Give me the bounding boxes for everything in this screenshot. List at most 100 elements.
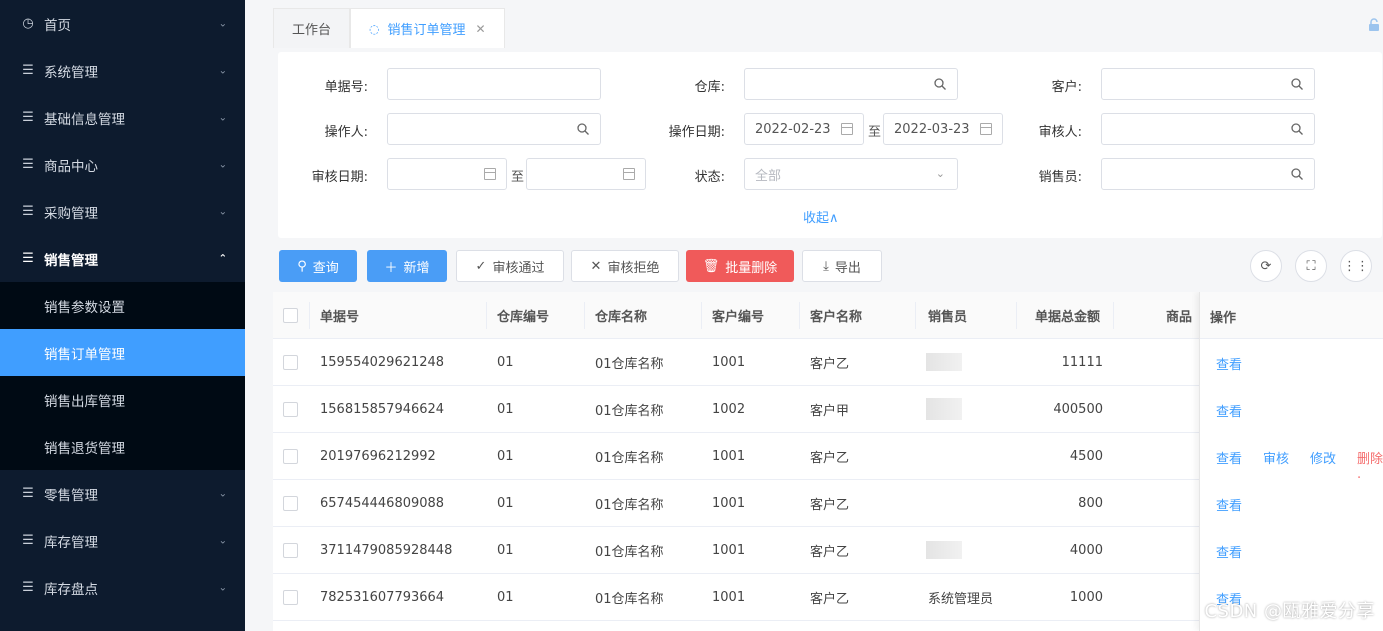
menu-icon: ☰ — [22, 486, 34, 501]
row-checkbox[interactable] — [283, 355, 298, 370]
audit-date-start-input[interactable] — [387, 158, 507, 190]
export-button[interactable]: ⤓ 导出 — [802, 250, 882, 282]
auditor-label: 审核人: — [1038, 125, 1082, 140]
column-settings-button[interactable]: ⋮⋮ — [1340, 250, 1372, 282]
audit-date-end-input[interactable] — [526, 158, 646, 190]
cell-cust-code: 1001 — [712, 543, 746, 558]
status-select-value: 全部 — [755, 168, 782, 184]
sidebar-subitem-sales-params[interactable]: 销售参数设置 — [0, 282, 245, 329]
cell-cust-code: 1001 — [712, 496, 746, 511]
sidebar-item-retail[interactable]: ☰ 零售管理 ⌄ — [0, 470, 245, 517]
cell-wh-name: 01仓库名称 — [595, 545, 664, 560]
cell-doc-no: 782531607793664 — [320, 590, 445, 605]
refresh-button[interactable]: ⟳ — [1250, 250, 1282, 282]
col-wh-name[interactable]: 仓库名称 — [595, 292, 647, 339]
col-operations: 操作 — [1210, 311, 1237, 326]
sidebar-item-stocktake[interactable]: ☰ 库存盘点 ⌄ — [0, 564, 245, 611]
cell-wh-code: 01 — [497, 590, 514, 605]
col-wh-code[interactable]: 仓库编号 — [497, 292, 549, 339]
dashboard-icon: ◷ — [22, 16, 34, 31]
sidebar-item-sales[interactable]: ☰ 销售管理 ⌃ — [0, 235, 245, 282]
col-cust-code[interactable]: 客户编号 — [712, 292, 764, 339]
cell-wh-code: 01 — [497, 402, 514, 417]
row-checkbox[interactable] — [283, 590, 298, 605]
sidebar-item-inventory[interactable]: ☰ 库存管理 ⌄ — [0, 517, 245, 564]
button-label: 批量删除 — [725, 260, 778, 276]
view-link[interactable]: 查看 — [1216, 495, 1242, 514]
cell-doc-no: 3711479085928448 — [320, 543, 453, 558]
customer-input[interactable] — [1101, 68, 1315, 100]
op-date-end-input[interactable]: 2022-03-23 — [883, 113, 1003, 145]
close-icon[interactable]: ✕ — [476, 22, 486, 36]
view-link[interactable]: 查看 — [1216, 354, 1242, 373]
approve-button[interactable]: ✓ 审核通过 — [456, 250, 564, 282]
col-salesman[interactable]: 销售员 — [928, 292, 967, 339]
tab-workbench[interactable]: 工作台 — [273, 8, 351, 48]
cell-total: 4000 — [1069, 543, 1103, 558]
doc-no-input[interactable] — [387, 68, 601, 100]
calendar-icon — [980, 123, 992, 135]
reject-button[interactable]: ✕ 审核拒绝 — [571, 250, 679, 282]
edit-link[interactable]: 修改 — [1310, 448, 1336, 467]
sidebar-subitem-sales-returns[interactable]: 销售退货管理 — [0, 423, 245, 470]
col-doc-no[interactable]: 单据号 — [320, 292, 359, 339]
chevron-down-icon: ⌄ — [218, 112, 227, 123]
cell-cust-code: 1002 — [712, 402, 746, 417]
tab-label: 销售订单管理 — [387, 23, 466, 38]
op-date-start-input[interactable]: 2022-02-23 — [744, 113, 864, 145]
tab-bar: 工作台 ◌ 销售订单管理 ✕ — [273, 8, 505, 48]
select-all-checkbox[interactable] — [283, 308, 298, 323]
view-link[interactable]: 查看 — [1216, 448, 1242, 467]
row-checkbox[interactable] — [283, 496, 298, 511]
column-divider — [309, 302, 310, 329]
search-icon: ⚲ — [297, 258, 307, 274]
calendar-icon — [623, 168, 635, 180]
view-link[interactable]: 查看 — [1216, 542, 1242, 561]
search-icon — [934, 78, 946, 90]
view-link[interactable]: 查看 — [1216, 401, 1242, 420]
sidebar-item-purchase[interactable]: ☰ 采购管理 ⌄ — [0, 188, 245, 235]
collapse-filter-link[interactable]: 收起∧ — [803, 207, 839, 226]
salesman-input[interactable] — [1101, 158, 1315, 190]
auditor-input[interactable] — [1101, 113, 1315, 145]
cell-doc-no: 159554029621248 — [320, 355, 445, 370]
col-goods[interactable]: 商品 — [1166, 292, 1192, 339]
col-total[interactable]: 单据总金额 — [1035, 292, 1100, 339]
operations-column: 操作 查看 查看 查看 审核 修改 删除 . 查看 查看 查看 — [1199, 292, 1383, 631]
cell-wh-name: 01仓库名称 — [595, 592, 664, 607]
row-checkbox[interactable] — [283, 449, 298, 464]
delete-link[interactable]: 删除 . — [1357, 448, 1383, 482]
sidebar-subitem-sales-outbound[interactable]: 销售出库管理 — [0, 376, 245, 423]
sidebar-item-home[interactable]: ◷ 首页 ⌄ — [0, 0, 245, 47]
search-icon — [1291, 123, 1303, 135]
query-button[interactable]: ⚲ 查询 — [279, 250, 357, 282]
sidebar-subitem-sales-orders[interactable]: 销售订单管理 — [0, 329, 245, 376]
cell-doc-no: 156815857946624 — [320, 402, 445, 417]
warehouse-input[interactable] — [744, 68, 958, 100]
row-checkbox[interactable] — [283, 543, 298, 558]
operator-input[interactable] — [387, 113, 601, 145]
search-icon — [1291, 168, 1303, 180]
operator-label: 操作人: — [324, 125, 368, 140]
sidebar-item-label: 采购管理 — [44, 205, 98, 222]
lock-icon[interactable] — [1367, 18, 1381, 32]
sidebar-item-goods[interactable]: ☰ 商品中心 ⌄ — [0, 141, 245, 188]
col-cust-name[interactable]: 客户名称 — [810, 292, 862, 339]
cell-doc-no: 20197696212992 — [320, 449, 436, 464]
sidebar-item-label: 库存管理 — [44, 534, 98, 551]
sidebar-item-system[interactable]: ☰ 系统管理 ⌄ — [0, 47, 245, 94]
button-label: 导出 — [834, 260, 861, 276]
menu-icon: ☰ — [22, 157, 34, 172]
status-select[interactable]: 全部 ⌄ — [744, 158, 958, 190]
cell-cust-name: 客户乙 — [810, 357, 850, 372]
cell-wh-name: 01仓库名称 — [595, 357, 664, 372]
cell-cust-code: 1001 — [712, 449, 746, 464]
row-checkbox[interactable] — [283, 402, 298, 417]
button-label: 审核拒绝 — [607, 260, 660, 276]
sidebar-item-basic-info[interactable]: ☰ 基础信息管理 ⌄ — [0, 94, 245, 141]
fullscreen-button[interactable]: ⛶ — [1295, 250, 1327, 282]
audit-link[interactable]: 审核 — [1263, 448, 1289, 467]
add-button[interactable]: ＋ 新增 — [367, 250, 447, 282]
tab-sales-orders[interactable]: ◌ 销售订单管理 ✕ — [350, 8, 505, 48]
batch-delete-button[interactable]: 🗑 批量删除 — [686, 250, 794, 282]
